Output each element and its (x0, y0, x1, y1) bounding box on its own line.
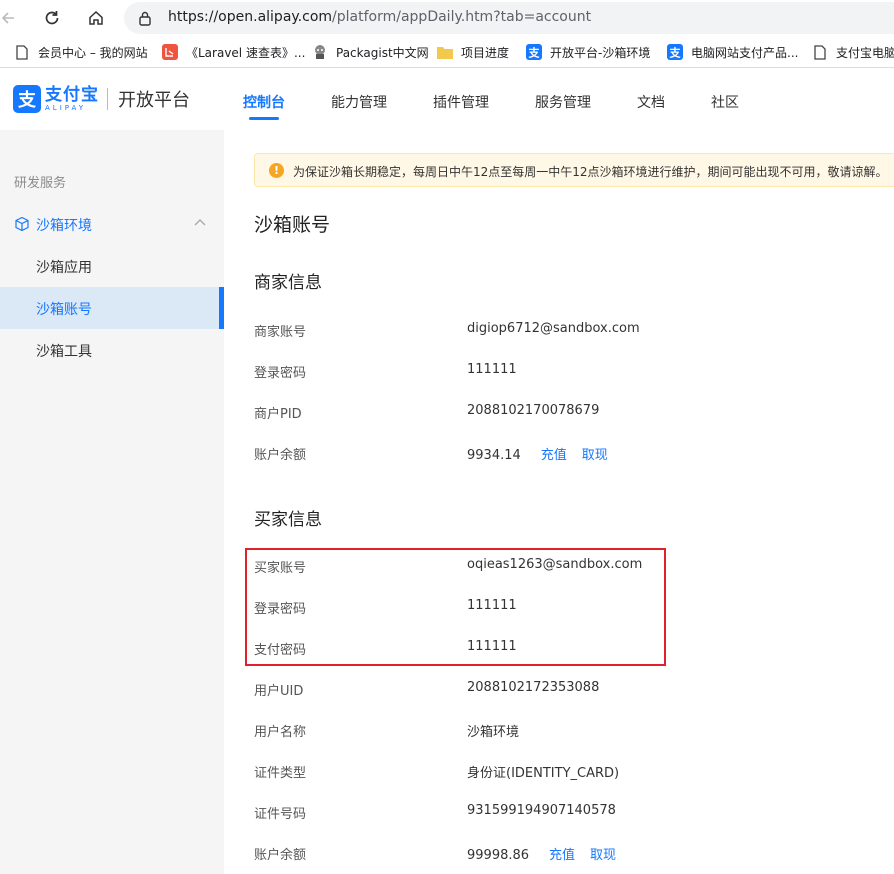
page-icon (14, 44, 30, 60)
buyer-account-value: oqieas1263@sandbox.com (467, 557, 643, 572)
page-icon (812, 44, 828, 60)
merchant-balance-value: 9934.14 (467, 448, 521, 463)
bookmark-label: 支付宝电脑 (836, 45, 894, 60)
logo-cn-text: 支付宝 (45, 84, 99, 105)
bookmark-project-progress[interactable]: 项目进度 (437, 42, 509, 62)
merchant-password-value: 111111 (467, 362, 517, 377)
alipay-logo[interactable]: 支 支付宝 ALIPAY 开放平台 (13, 85, 190, 113)
buyer-recharge-link[interactable]: 充值 (549, 848, 575, 863)
sidebar-group-sandbox[interactable]: 沙箱环境 (0, 210, 224, 238)
nav-console[interactable]: 控制台 (243, 92, 285, 112)
buyer-id-number-value: 931599194907140578 (467, 803, 616, 818)
merchant-password-label: 登录密码 (254, 366, 307, 381)
reload-button[interactable] (40, 6, 64, 30)
sidebar-item-sandbox-app[interactable]: 沙箱应用 (0, 245, 224, 287)
buyer-id-type-label: 证件类型 (254, 766, 307, 781)
buyer-id-number-label: 证件号码 (254, 807, 307, 822)
logo-en-text: ALIPAY (45, 103, 87, 112)
active-nav-indicator (249, 117, 279, 120)
platform-name: 开放平台 (118, 90, 190, 111)
svg-text:支: 支 (669, 46, 682, 60)
url-field[interactable]: https://open.alipay.com/platform/appDail… (124, 2, 894, 34)
cube-icon (15, 216, 29, 232)
url-text: https://open.alipay.com/platform/appDail… (168, 9, 592, 25)
bookmarks-bar: 会员中心 – 我的网站 《Laravel 速查表》... Packagist中文… (0, 36, 894, 68)
sidebar-item-sandbox-account[interactable]: 沙箱账号 (0, 287, 224, 329)
home-icon (89, 10, 103, 25)
merchant-pid-label: 商户PID (254, 407, 302, 422)
sidebar-section-title: 研发服务 (14, 176, 67, 191)
merchant-account-value: digiop6712@sandbox.com (467, 321, 640, 336)
nav-services[interactable]: 服务管理 (535, 92, 591, 112)
bookmark-packagist[interactable]: Packagist中文网 (312, 42, 429, 62)
logo-divider (107, 88, 108, 110)
browser-address-bar: https://open.alipay.com/platform/appDail… (0, 0, 894, 36)
bookmark-label: Packagist中文网 (336, 45, 429, 60)
bookmark-label: 电脑网站支付产品... (691, 45, 799, 60)
buyer-login-password-value: 111111 (467, 598, 517, 613)
merchant-recharge-link[interactable]: 充值 (541, 448, 567, 463)
back-arrow-icon (1, 12, 14, 24)
buyer-account-label: 买家账号 (254, 561, 307, 576)
buyer-pay-password-value: 111111 (467, 639, 517, 654)
bookmark-label: 会员中心 – 我的网站 (38, 45, 148, 60)
buyer-login-password-label: 登录密码 (254, 602, 307, 617)
merchant-pid-value: 2088102170078679 (467, 403, 600, 418)
notice-text: 为保证沙箱长期稳定，每周日中午12点至每周一中午12点沙箱环境进行维护，期间可能… (293, 165, 888, 179)
sidebar-item-label: 沙箱应用 (36, 260, 92, 276)
maintenance-notice: ! 为保证沙箱长期稳定，每周日中午12点至每周一中午12点沙箱环境进行维护，期间… (254, 153, 894, 187)
back-button[interactable] (0, 6, 20, 30)
buyer-section-title: 买家信息 (254, 510, 322, 530)
sidebar: 研发服务 沙箱环境 沙箱应用 沙箱账号 沙箱工具 (0, 130, 224, 874)
bookmark-label: 项目进度 (461, 45, 510, 60)
home-button[interactable] (84, 6, 108, 30)
reload-icon (45, 11, 59, 25)
page-title: 沙箱账号 (254, 214, 331, 236)
buyer-uid-label: 用户UID (254, 684, 304, 699)
bookmark-pc-payment[interactable]: 支 电脑网站支付产品... (667, 42, 798, 62)
sidebar-item-label: 沙箱工具 (36, 344, 92, 360)
buyer-name-label: 用户名称 (254, 725, 307, 740)
nav-community[interactable]: 社区 (711, 92, 739, 112)
lock-icon (139, 11, 151, 26)
chevron-up-icon (194, 219, 206, 226)
merchant-account-label: 商家账号 (254, 325, 307, 340)
bookmark-laravel[interactable]: 《Laravel 速查表》... (162, 42, 305, 62)
buyer-balance-value: 99998.86 (467, 848, 530, 863)
svg-text:支: 支 (528, 46, 541, 60)
buyer-balance-row: 99998.86 充值 取现 (467, 844, 616, 863)
sidebar-group-label: 沙箱环境 (36, 218, 92, 234)
bookmark-alipay-pc[interactable]: 支付宝电脑 (812, 42, 894, 62)
buyer-withdraw-link[interactable]: 取现 (590, 848, 616, 863)
folder-icon (437, 44, 453, 60)
site-header: 支 支付宝 ALIPAY 开放平台 控制台 能力管理 插件管理 服务管理 文档 … (0, 69, 894, 130)
alipay-logo-icon: 支 (13, 85, 41, 113)
nav-docs[interactable]: 文档 (637, 92, 665, 112)
alipay-icon: 支 (526, 44, 542, 60)
sidebar-item-label: 沙箱账号 (36, 302, 92, 318)
buyer-id-type-value: 身份证(IDENTITY_CARD) (467, 766, 620, 781)
alipay-icon: 支 (667, 44, 683, 60)
merchant-withdraw-link[interactable]: 取现 (582, 448, 608, 463)
warning-icon: ! (269, 163, 284, 178)
merchant-balance-label: 账户余额 (254, 448, 307, 463)
nav-capability[interactable]: 能力管理 (331, 92, 387, 112)
bookmark-sandbox[interactable]: 支 开放平台-沙箱环境 (526, 42, 650, 62)
bookmark-member-center[interactable]: 会员中心 – 我的网站 (14, 42, 148, 62)
packagist-icon (312, 44, 328, 60)
bookmark-label: 《Laravel 速查表》... (186, 45, 306, 60)
buyer-balance-label: 账户余额 (254, 848, 307, 863)
bookmark-label: 开放平台-沙箱环境 (550, 45, 651, 60)
buyer-pay-password-label: 支付密码 (254, 643, 307, 658)
laravel-icon (162, 44, 178, 60)
sidebar-item-sandbox-tools[interactable]: 沙箱工具 (0, 329, 224, 371)
buyer-name-value: 沙箱环境 (467, 725, 520, 740)
nav-plugins[interactable]: 插件管理 (433, 92, 489, 112)
buyer-uid-value: 2088102172353088 (467, 680, 600, 695)
merchant-balance-row: 9934.14 充值 取现 (467, 444, 608, 463)
merchant-section-title: 商家信息 (254, 273, 322, 293)
